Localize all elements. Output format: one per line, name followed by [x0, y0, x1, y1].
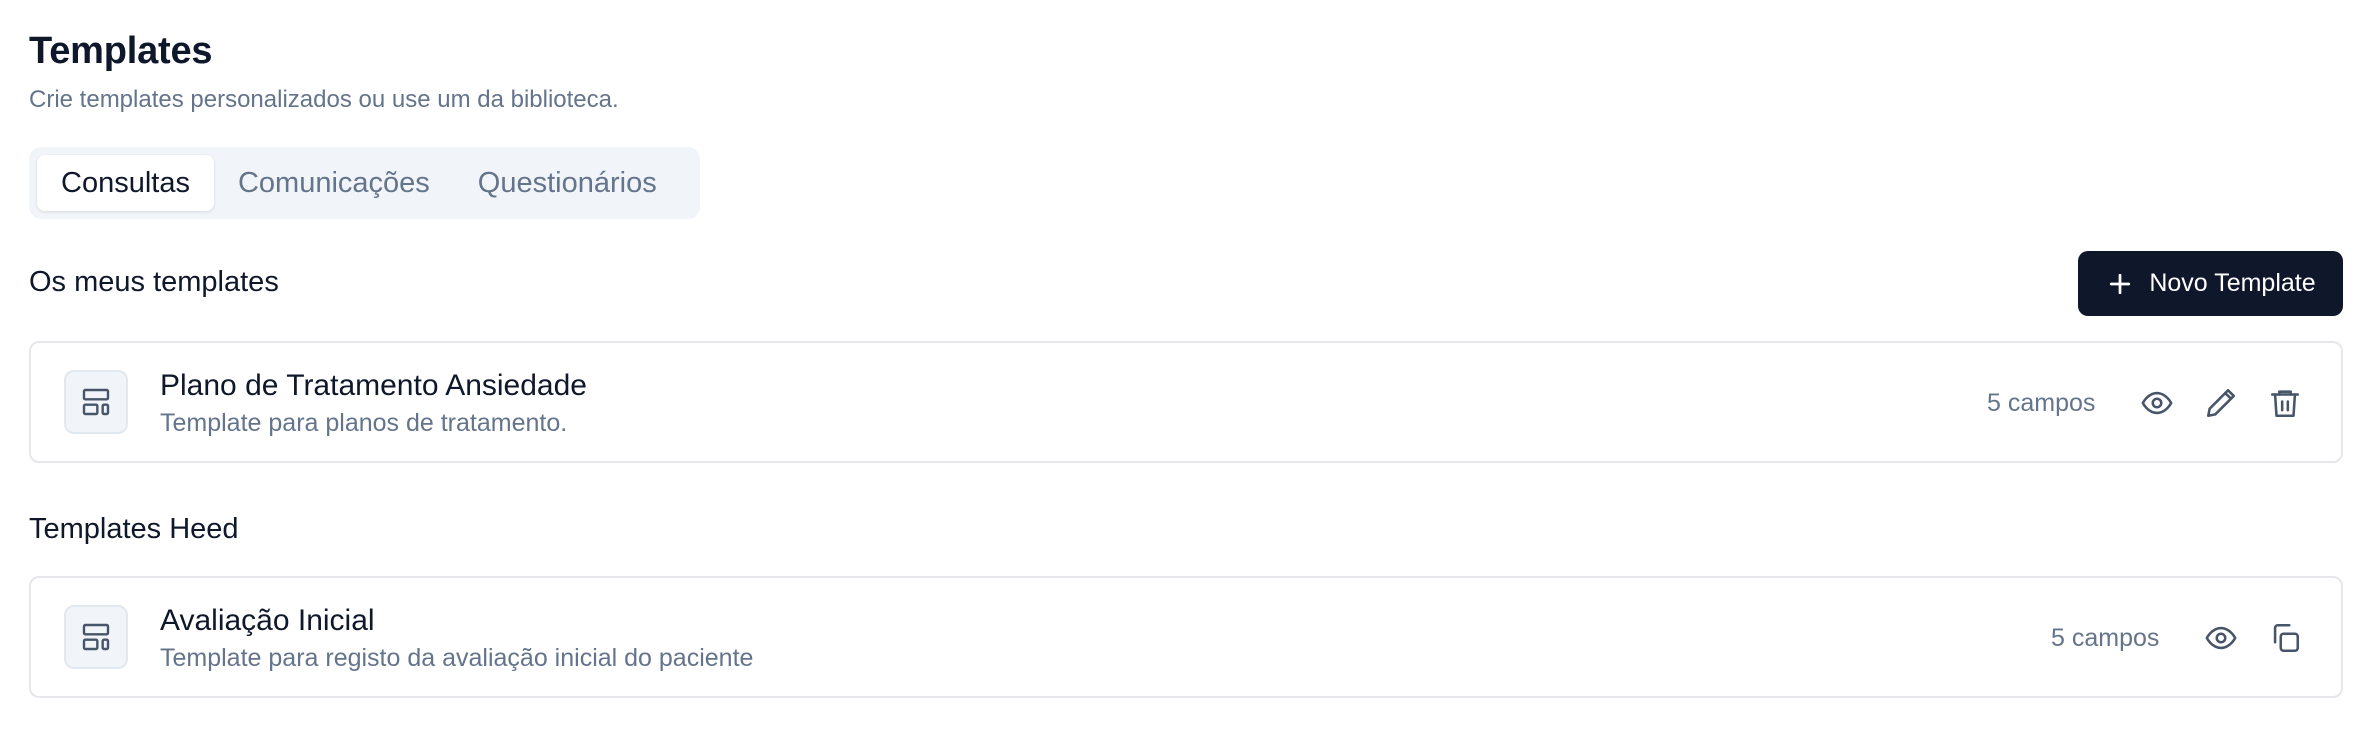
plus-icon	[2110, 273, 2131, 294]
tab-consultas[interactable]: Consultas	[37, 155, 214, 211]
template-name: Avaliação Inicial	[160, 604, 375, 637]
page-subtitle: Crie templates personalizados ou use um …	[29, 86, 619, 113]
eye-icon[interactable]	[2201, 618, 2241, 658]
eye-icon[interactable]	[2137, 383, 2177, 423]
template-card[interactable]: Avaliação Inicial Template para registo …	[29, 576, 2343, 698]
layout-template-icon	[64, 370, 128, 434]
field-count: 5 campos	[2051, 624, 2160, 652]
tab-questionarios[interactable]: Questionários	[454, 155, 681, 211]
template-description: Template para planos de tratamento.	[160, 409, 568, 437]
template-type-tabs: Consultas Comunicações Questionários	[29, 147, 700, 219]
new-template-label: Novo Template	[2149, 269, 2316, 297]
tab-comunicacoes[interactable]: Comunicações	[214, 155, 454, 211]
trash-icon[interactable]	[2265, 383, 2305, 423]
new-template-button[interactable]: Novo Template	[2078, 251, 2343, 316]
page-title: Templates	[29, 30, 213, 72]
layout-template-icon	[64, 605, 128, 669]
my-templates-title: Os meus templates	[29, 266, 279, 298]
template-name: Plano de Tratamento Ansiedade	[160, 369, 587, 402]
copy-icon[interactable]	[2265, 618, 2305, 658]
field-count: 5 campos	[1987, 389, 2096, 417]
template-card[interactable]: Plano de Tratamento Ansiedade Template p…	[29, 341, 2343, 463]
template-description: Template para registo da avaliação inici…	[160, 644, 754, 672]
heed-templates-title: Templates Heed	[29, 513, 239, 545]
pencil-icon[interactable]	[2201, 383, 2241, 423]
